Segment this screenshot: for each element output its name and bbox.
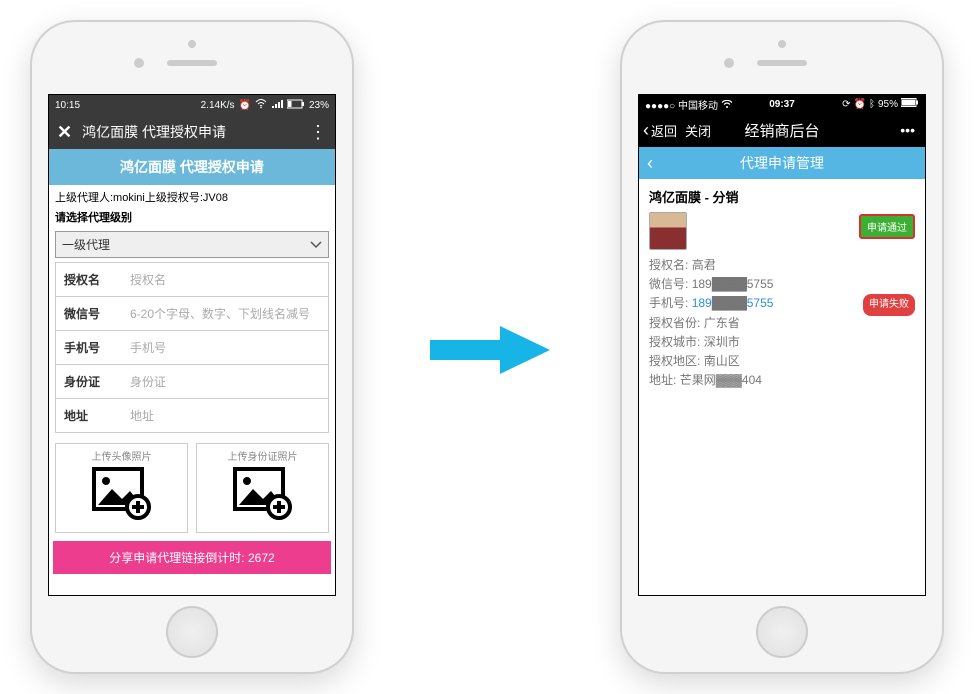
upload-idcard[interactable]: 上传身份证照片 <box>196 443 329 533</box>
field-authname[interactable]: 授权名 授权名 <box>56 263 328 297</box>
signal-icon <box>271 99 283 112</box>
wifi-icon <box>721 101 733 112</box>
field-phone[interactable]: 手机号 手机号 <box>56 331 328 365</box>
status-badge-pass[interactable]: 申请通过 <box>859 214 915 239</box>
phone-bezel-top <box>32 22 352 94</box>
chevron-down-icon <box>310 238 322 252</box>
alarm-icon: ⏰ <box>854 99 866 110</box>
carrier: 中国移动 <box>678 101 718 112</box>
superior-info: 上级代理人:mokini上级授权号:JV08 <box>49 185 335 205</box>
upload-avatar[interactable]: 上传头像照片 <box>55 443 188 533</box>
screen-left: 10:15 2.14K/s ⏰ 23% ✕ 鸿亿面膜 代理授权申请 ⋮ <box>48 94 336 596</box>
app-nav-bar: ✕ 鸿亿面膜 代理授权申请 ⋮ <box>49 115 335 149</box>
form-banner: 鸿亿面膜 代理授权申请 <box>49 149 335 185</box>
row-wechat: 微信号: 189▓▓▓▓5755 <box>649 275 915 294</box>
row-authname: 授权名: 高君 <box>649 256 915 275</box>
home-button[interactable] <box>166 606 218 658</box>
application-detail: 鸿亿面膜 - 分销 申请通过 授权名: 高君 微信号: 189▓▓▓▓5755 … <box>639 179 925 398</box>
status-netspeed: 2.14K/s <box>201 100 235 111</box>
field-idcard[interactable]: 身份证 身份证 <box>56 365 328 399</box>
battery-icon <box>901 98 919 110</box>
row-district: 授权地区: 南山区 <box>649 352 915 371</box>
arrow-right-icon <box>420 320 560 380</box>
status-bar: ●●●●○ 中国移动 09:37 ⟳ ⏰ ᛒ 95% <box>639 95 925 113</box>
alarm-icon: ⏰ <box>239 100 251 111</box>
status-battery-pct: 23% <box>309 100 329 111</box>
home-button[interactable] <box>756 606 808 658</box>
image-add-icon <box>90 465 154 521</box>
select-prompt: 请选择代理级别 <box>49 205 335 229</box>
page-title: 鸿亿面膜 代理授权申请 <box>82 122 226 142</box>
back-chevron-icon[interactable]: ‹ <box>647 153 653 174</box>
app-nav-bar: ‹ 返回 关闭 经销商后台 ••• <box>639 113 925 147</box>
row-phone: 手机号: 189▓▓▓▓5755 申请失败 <box>649 294 915 313</box>
status-time: 10:15 <box>55 100 80 111</box>
section-title: 代理申请管理 <box>740 153 824 173</box>
battery-icon <box>287 99 305 112</box>
avatar <box>649 212 687 250</box>
bluetooth-icon: ᛒ <box>869 99 875 110</box>
agent-level-select[interactable]: 一级代理 <box>55 231 329 258</box>
image-add-icon <box>231 465 295 521</box>
row-province: 授权省份: 广东省 <box>649 314 915 333</box>
phone-mockup-right: ●●●●○ 中国移动 09:37 ⟳ ⏰ ᛒ 95% ‹ 返回 关 <box>620 20 944 674</box>
rotation-lock-icon: ⟳ <box>842 99 850 110</box>
close-icon[interactable]: ✕ <box>57 122 72 143</box>
phone-bezel-top <box>622 22 942 94</box>
status-bar: 10:15 2.14K/s ⏰ 23% <box>49 95 335 115</box>
upload-section: 上传头像照片 上传身份证照片 <box>49 437 335 539</box>
status-battery-pct: 95% <box>878 99 898 110</box>
row-city: 授权城市: 深圳市 <box>649 333 915 352</box>
screen-right: ●●●●○ 中国移动 09:37 ⟳ ⏰ ᛒ 95% ‹ 返回 关 <box>638 94 926 596</box>
phone-mockup-left: 10:15 2.14K/s ⏰ 23% ✕ 鸿亿面膜 代理授权申请 ⋮ <box>30 20 354 674</box>
page-title: 经销商后台 <box>639 120 925 141</box>
detail-title: 鸿亿面膜 - 分销 <box>649 187 915 206</box>
more-icon[interactable]: ⋮ <box>309 122 327 143</box>
row-address: 地址: 芒果网▓▓▓404 <box>649 371 915 390</box>
signal-dots-icon: ●●●●○ <box>645 101 675 112</box>
select-value: 一级代理 <box>62 236 110 253</box>
wifi-icon <box>255 99 267 112</box>
field-wechat[interactable]: 微信号 6-20个字母、数字、下划线名减号 <box>56 297 328 331</box>
field-address[interactable]: 地址 地址 <box>56 399 328 432</box>
share-countdown[interactable]: 分享申请代理链接倒计时: 2672 <box>53 541 331 574</box>
section-header: ‹ 代理申请管理 <box>639 147 925 179</box>
form-fields: 授权名 授权名 微信号 6-20个字母、数字、下划线名减号 手机号 手机号 身份… <box>55 262 329 433</box>
